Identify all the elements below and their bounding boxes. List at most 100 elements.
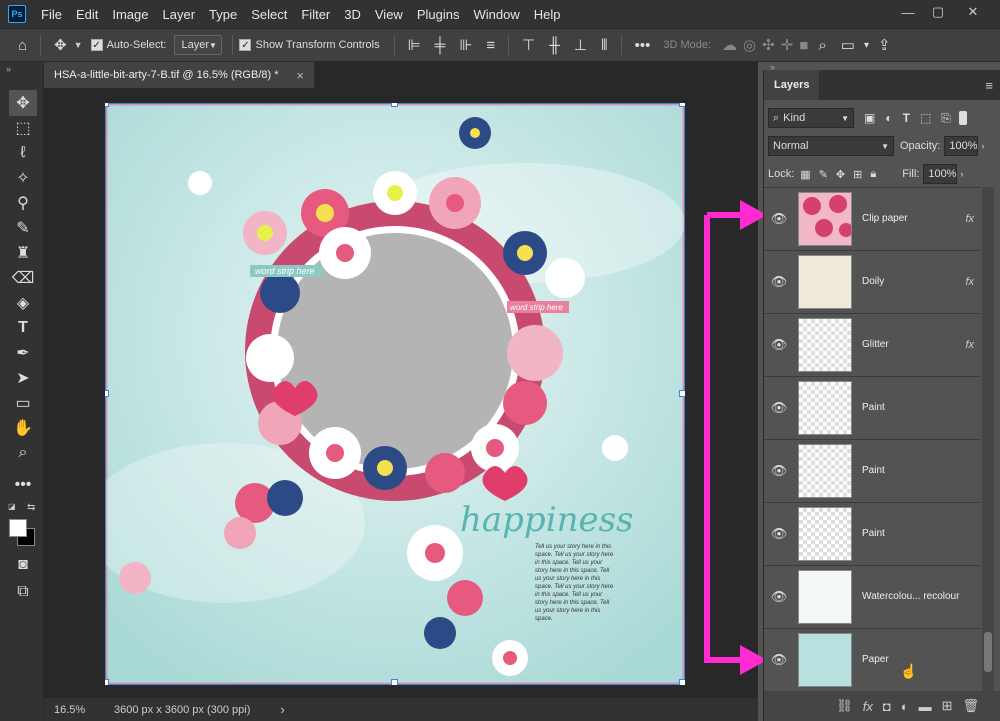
document-tab[interactable]: HSA-a-little-bit-arty-7-B.tif @ 16.5% (R… (44, 62, 314, 88)
status-menu-arrow[interactable]: › (280, 702, 284, 717)
menu-help[interactable]: Help (527, 7, 568, 22)
layer-row-clip-paper[interactable]: 👁︎ Clip paper fx (764, 187, 980, 249)
layer-row-watercolour[interactable]: 👁︎ Watercolou... recolour (764, 565, 980, 627)
3d-pan-icon[interactable]: ✣ (759, 36, 778, 54)
new-group-icon[interactable]: ▬ (919, 699, 932, 714)
3d-orbit-icon[interactable]: ☁ (719, 36, 740, 54)
show-transform-checkbox[interactable]: ✓ (239, 39, 252, 51)
layer-row-paint-3[interactable]: 👁︎ Paint (764, 502, 980, 564)
filter-type-icon[interactable]: T (903, 111, 910, 125)
scrollbar-thumb[interactable] (984, 632, 992, 672)
screen-mode-icon[interactable]: ⧉ (9, 579, 37, 605)
hand-tool-icon[interactable]: ✋ (9, 415, 37, 441)
collapse-icon[interactable]: » (6, 64, 11, 74)
move-tool-icon[interactable]: ✥ (47, 36, 74, 54)
eye-icon[interactable]: 👁︎ (764, 211, 794, 227)
path-select-icon[interactable]: ➤ (9, 365, 37, 391)
link-layers-icon[interactable]: ⛓ (836, 698, 853, 714)
type-tool-icon[interactable]: T (9, 315, 37, 341)
eye-icon[interactable]: 👁︎ (764, 274, 794, 290)
layer-row-paint-2[interactable]: 👁︎ Paint (764, 439, 980, 501)
menu-view[interactable]: View (368, 7, 410, 22)
3d-slide-icon[interactable]: ✛ (778, 36, 797, 54)
marquee-tool-icon[interactable]: ⬚ (9, 115, 37, 141)
lock-artboard-icon[interactable]: ⊞ (853, 168, 862, 181)
lock-all-icon[interactable]: 🔒︎ (870, 168, 876, 181)
menu-3d[interactable]: 3D (337, 7, 368, 22)
layer-row-doily[interactable]: 👁︎ Doily fx (764, 250, 980, 312)
layer-row-paint-1[interactable]: 👁︎ Paint (764, 376, 980, 438)
transform-handle[interactable] (391, 103, 398, 107)
filter-adjustment-icon[interactable]: ◐ (885, 111, 892, 125)
align-top-icon[interactable]: ⊤ (515, 36, 542, 54)
align-left-icon[interactable]: ⊫ (401, 36, 428, 54)
chevron-right-icon[interactable]: › (960, 169, 963, 179)
layer-row-paper[interactable]: 👁︎ Paper ☝ (764, 628, 980, 690)
fx-icon[interactable]: fx (965, 276, 974, 288)
workspace-icon[interactable]: ▭ (834, 36, 862, 54)
search-icon[interactable]: ⌕ (811, 37, 833, 54)
3d-roll-icon[interactable]: ◎ (740, 36, 759, 54)
filter-toggle-icon[interactable] (958, 111, 967, 125)
eye-icon[interactable]: 👁︎ (764, 526, 794, 542)
menu-image[interactable]: Image (105, 7, 155, 22)
transform-handle[interactable] (105, 103, 109, 107)
default-colors-icon[interactable]: ◪ (8, 502, 20, 514)
tab-layers[interactable]: Layers (764, 70, 820, 100)
transform-handle[interactable] (105, 390, 109, 397)
close-tab-icon[interactable]: × (296, 68, 304, 83)
new-layer-icon[interactable]: ⊞ (942, 698, 953, 714)
align-bottom-icon[interactable]: ⊥ (567, 36, 594, 54)
menu-filter[interactable]: Filter (294, 7, 337, 22)
eraser-tool-icon[interactable]: ⌫ (9, 265, 37, 291)
menu-window[interactable]: Window (466, 7, 526, 22)
eye-icon[interactable]: 👁︎ (764, 400, 794, 416)
canvas-area[interactable]: word strip here word strip here happines… (44, 88, 758, 698)
auto-select-checkbox[interactable]: ✓ (90, 39, 103, 51)
home-icon[interactable]: ⌂ (0, 37, 34, 54)
layer-row-glitter[interactable]: 👁︎ Glitter fx (764, 313, 980, 375)
transform-handle[interactable] (391, 679, 398, 685)
transform-handle[interactable] (105, 679, 109, 685)
3d-camera-icon[interactable]: ■ (796, 37, 811, 54)
menu-plugins[interactable]: Plugins (410, 7, 467, 22)
chevron-down-icon[interactable]: ▾ (862, 40, 871, 51)
paint-bucket-icon[interactable]: ◈ (9, 290, 37, 316)
filter-pixel-icon[interactable]: ▣ (864, 111, 875, 125)
transform-handle[interactable] (679, 390, 685, 397)
align-vcenter-icon[interactable]: ╫ (542, 37, 567, 54)
share-icon[interactable]: ⇪ (871, 36, 898, 54)
eye-icon[interactable]: 👁︎ (764, 463, 794, 479)
more-options-icon[interactable]: ••• (628, 37, 658, 54)
chevron-right-icon[interactable]: › (981, 141, 984, 151)
new-adjustment-icon[interactable]: ◐ (901, 699, 909, 714)
opacity-input[interactable]: 100% (944, 136, 979, 156)
stamp-tool-icon[interactable]: ♜ (9, 240, 37, 266)
delete-layer-icon[interactable]: 🗑︎ (962, 698, 979, 714)
pen-tool-icon[interactable]: ✒ (9, 340, 37, 366)
transform-handle[interactable] (679, 103, 685, 107)
filter-shape-icon[interactable]: ⬚ (920, 111, 931, 125)
lasso-tool-icon[interactable]: ℓ (9, 140, 37, 166)
magic-wand-icon[interactable]: ✧ (9, 165, 37, 191)
filter-kind-dropdown[interactable]: ⌕ Kind ▼ (768, 108, 854, 128)
align-right-icon[interactable]: ⊪ (452, 36, 479, 54)
eye-icon[interactable]: 👁︎ (764, 652, 794, 668)
panel-menu-icon[interactable]: ≡ (985, 78, 993, 93)
layers-scrollbar[interactable] (982, 187, 994, 692)
distribute-vertical-icon[interactable]: ⦀ (594, 37, 615, 54)
eye-icon[interactable]: 👁︎ (764, 337, 794, 353)
lock-transparent-icon[interactable]: ▦ (800, 168, 810, 181)
brush-tool-icon[interactable]: ✎ (9, 215, 37, 241)
fill-input[interactable]: 100% (923, 164, 958, 184)
more-tools-icon[interactable]: ••• (9, 472, 37, 498)
eyedropper-icon[interactable]: ⚲ (9, 190, 37, 216)
align-hcenter-icon[interactable]: ╪ (428, 37, 453, 54)
rectangle-tool-icon[interactable]: ▭ (9, 390, 37, 416)
zoom-level[interactable]: 16.5% (54, 704, 94, 716)
menu-select[interactable]: Select (244, 7, 294, 22)
auto-select-dropdown[interactable]: Layer ▼ (174, 35, 223, 55)
menu-edit[interactable]: Edit (69, 7, 105, 22)
document-canvas[interactable]: word strip here word strip here happines… (105, 103, 685, 685)
transform-handle[interactable] (679, 679, 685, 685)
